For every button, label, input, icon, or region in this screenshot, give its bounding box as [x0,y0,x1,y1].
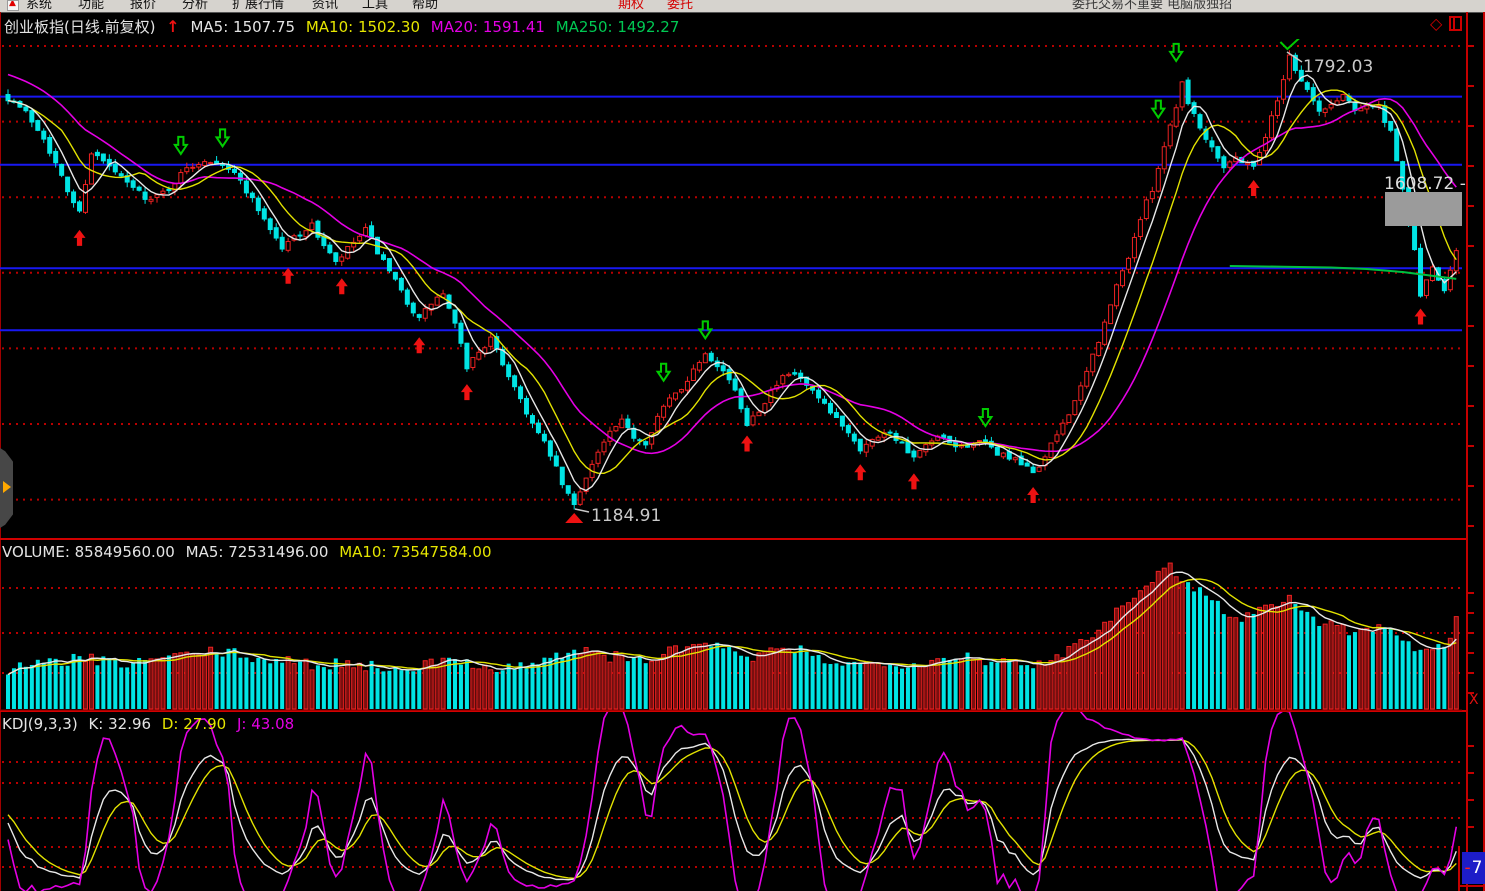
page-number-badge[interactable]: -7 [1462,852,1485,884]
volume-ma10-label: MA10: 73547584.00 [339,543,491,561]
peak-price-label: 1792.03 [1303,57,1373,77]
axis-tick [1468,165,1474,167]
volume-indicator-row: VOLUME: 85849560.00 MA5: 72531496.00 MA1… [2,543,498,561]
menubar-right-text: 委托交易不重要 电脑版独招 [1072,0,1232,12]
trading-terminal: ▲ 系统 功能 报价 分析 扩展行情 资讯 工具 帮助 期权 委托 委托交易不重… [0,0,1485,891]
volume-label: VOLUME: 85849560.00 [2,543,175,561]
main-chart-canvas[interactable] [0,39,1462,539]
ma20-label: MA20: 1591.41 [431,18,545,36]
volume-chart-canvas[interactable] [0,539,1462,711]
axis-tick [1468,799,1474,801]
axis-tick [1468,652,1474,654]
axis-tick [1468,445,1474,447]
axis-tick [1468,125,1474,127]
menu-item-help[interactable]: 帮助 [412,0,438,12]
axis-tick [1468,672,1474,674]
axis-tick [1468,772,1474,774]
menu-item-options[interactable]: 期权 [618,0,644,12]
axis-tick [1468,592,1474,594]
menu-item-trade[interactable]: 委托 [667,0,693,12]
menu-item-function[interactable]: 功能 [78,0,104,12]
ma5-label: MA5: 1507.75 [190,18,295,36]
kdj-j-label: J: 43.08 [237,715,294,733]
axis-tick [1468,205,1474,207]
axis-tick [1468,245,1474,247]
menu-item-system[interactable]: 系统 [26,0,52,12]
menu-item-news[interactable]: 资讯 [312,0,338,12]
cursor-price-label: 1608.72 - [1384,174,1466,194]
main-indicator-row: 创业板指(日线.前复权) ↑ MA5: 1507.75 MA10: 1502.3… [4,16,685,37]
menu-item-tools[interactable]: 工具 [362,0,388,12]
axis-tick [1468,485,1474,487]
kdj-chart-canvas[interactable] [0,712,1462,891]
ma250-label: MA250: 1492.27 [556,18,680,36]
axis-tick [1468,405,1474,407]
kdj-k-label: K: 32.96 [88,715,151,733]
axis-tick [1468,632,1474,634]
axis-tick [1468,45,1474,47]
price-axis-line [1466,12,1468,891]
up-arrow-icon: ↑ [166,17,179,36]
axis-tick [1468,826,1474,828]
volume-unit-label: X [1469,692,1479,708]
panel-expand-tab[interactable] [0,448,13,528]
axis-tick [1468,612,1474,614]
kdj-title: KDJ(9,3,3) [2,715,78,733]
low-price-label: 1184.91 [591,506,661,526]
axis-tick [1468,365,1474,367]
menu-item-extended[interactable]: 扩展行情 [232,0,284,12]
expand-arrow-icon [3,481,11,493]
app-icon[interactable]: ▲ [7,0,19,11]
badge-frame-bottom [1458,885,1485,887]
menu-item-quote[interactable]: 报价 [130,0,156,12]
kdj-d-label: D: 27.90 [162,715,226,733]
ma10-label: MA10: 1502.30 [306,18,420,36]
instrument-title: 创业板指(日线.前复权) [4,18,155,36]
axis-tick [1468,525,1474,527]
axis-tick [1468,745,1474,747]
menu-item-analysis[interactable]: 分析 [182,0,208,12]
volume-ma5-label: MA5: 72531496.00 [186,543,329,561]
diamond-icon[interactable]: ◇ [1430,14,1442,33]
axis-tick [1468,285,1474,287]
cursor-price-box [1385,192,1462,226]
layout-icon[interactable] [1449,16,1462,31]
kdj-indicator-row: KDJ(9,3,3) K: 32.96 D: 27.90 J: 43.08 [2,715,300,733]
menubar: ▲ 系统 功能 报价 分析 扩展行情 资讯 工具 帮助 期权 委托 委托交易不重… [0,0,1485,13]
axis-tick [1468,325,1474,327]
axis-tick [1468,85,1474,87]
